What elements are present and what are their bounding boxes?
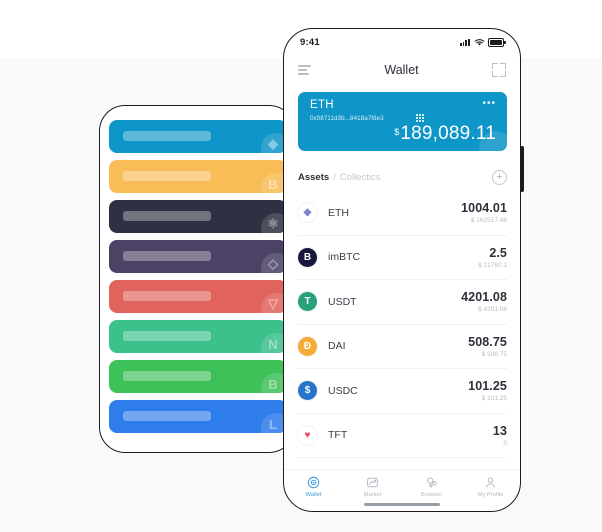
tab-label: Market	[363, 492, 382, 498]
plus-circle-icon[interactable]: +	[492, 169, 507, 185]
tab-collectics[interactable]: Collectics	[340, 172, 381, 183]
hamburger-menu-icon[interactable]	[298, 65, 311, 75]
token-card-btc[interactable]: B	[109, 160, 287, 193]
asset-row[interactable]: T USDT 4201.08 $ 4201.08	[298, 280, 507, 325]
imbtc-icon: B	[298, 247, 317, 267]
asset-fiat-value: $ 162517.48	[470, 217, 507, 225]
cellular-signal-icon	[459, 38, 470, 46]
tether-icon: T	[298, 292, 317, 312]
asset-quantity: 508.75	[468, 334, 507, 349]
phone-side-button	[520, 146, 524, 192]
asset-values: 13 0	[493, 424, 507, 447]
usdc-icon: $	[298, 381, 317, 401]
section-tabs: Assets / Collectics +	[298, 168, 507, 186]
asset-fiat-value: $ 101.25	[481, 395, 507, 403]
wallet-address[interactable]: 0x08711d3b...8418a7f8e3	[310, 115, 384, 122]
tab-wallet[interactable]: Wallet	[284, 476, 343, 498]
token-card-placeholder-bar	[123, 331, 211, 341]
battery-full-icon	[488, 37, 506, 47]
tft-icon: ♥	[298, 425, 317, 445]
token-card-ltc[interactable]: L	[109, 400, 287, 433]
scan-qr-icon[interactable]	[491, 63, 506, 77]
balance-amount: 189,089.11	[400, 123, 496, 144]
wallet-balance: $ 189,089.11	[394, 123, 496, 145]
asset-fiat-value: $ 4201.08	[478, 306, 507, 314]
token-card-placeholder-bar	[123, 251, 211, 261]
token-card-trx[interactable]: ▽	[109, 280, 287, 313]
asset-symbol: USDC	[328, 384, 358, 397]
asset-values: 1004.01 $ 162517.48	[461, 201, 507, 224]
asset-quantity: 13	[492, 423, 507, 438]
asset-row[interactable]: Ð DAI 508.75 $ 508.75	[298, 325, 507, 369]
tab-browser[interactable]: Browser	[402, 476, 461, 498]
qr-code-icon[interactable]	[416, 114, 424, 122]
tab-label: Browser	[420, 492, 443, 498]
asset-row[interactable]: ◆ ETH 1004.01 $ 162517.48	[298, 191, 507, 236]
currency-symbol: $	[394, 127, 400, 137]
tab-my-profile[interactable]: My Profile	[461, 476, 520, 498]
ethereum-icon: ◆	[298, 203, 317, 223]
market-chart-icon	[366, 476, 379, 489]
status-bar-indicators	[459, 37, 506, 47]
tab-label: My Profile	[477, 492, 504, 498]
asset-quantity: 101.25	[468, 379, 507, 394]
token-card-eos[interactable]: ◇	[109, 240, 287, 273]
asset-fiat-value: $ 508.75	[481, 350, 507, 358]
wifi-icon	[474, 38, 484, 46]
wallet-app-phone: 9:41 Wallet ETH 0x08711d3b...8418a7f8e3 …	[283, 28, 521, 512]
status-bar-time: 9:41	[300, 36, 320, 48]
token-card-placeholder-bar	[123, 211, 211, 221]
browser-nodes-icon	[425, 476, 438, 489]
token-card-placeholder-bar	[123, 131, 211, 141]
asset-values: 4201.08 $ 4201.08	[461, 290, 507, 313]
asset-row[interactable]: $ USDC 101.25 $ 101.25	[298, 369, 507, 414]
token-card-eth[interactable]: ◆	[109, 120, 287, 153]
asset-quantity: 1004.01	[461, 201, 507, 216]
token-card-atom[interactable]: ⚛	[109, 200, 287, 233]
asset-quantity: 4201.08	[461, 290, 507, 305]
tab-label: Wallet	[305, 492, 322, 498]
tab-separator: /	[333, 171, 336, 183]
home-indicator	[364, 502, 440, 506]
tab-assets[interactable]: Assets	[298, 172, 329, 183]
asset-symbol: ETH	[328, 206, 349, 219]
user-profile-icon	[484, 476, 497, 489]
asset-symbol: TFT	[328, 429, 348, 442]
token-card-bch[interactable]: B	[109, 360, 287, 393]
more-dots-icon[interactable]: •••	[482, 99, 496, 109]
tab-market[interactable]: Market	[343, 476, 402, 498]
wallet-balance-card[interactable]: ETH 0x08711d3b...8418a7f8e3 ••• $ 189,08…	[298, 92, 507, 151]
asset-quantity: 2.5	[489, 245, 507, 260]
status-bar: 9:41	[284, 29, 520, 55]
asset-fiat-value: 0	[503, 439, 507, 447]
wallet-target-icon	[307, 476, 320, 489]
assets-list: ◆ ETH 1004.01 $ 162517.48 BimBTC 2.5 $ 21760.1…	[298, 191, 507, 458]
dai-icon: Ð	[298, 336, 317, 356]
wallet-symbol: ETH	[310, 99, 334, 111]
token-card-nas[interactable]: N	[109, 320, 287, 353]
asset-symbol: USDT	[328, 295, 357, 308]
asset-symbol: DAI	[328, 340, 346, 353]
token-card-stack: ◆ B ⚛ ◇ ▽ N B L	[100, 120, 294, 440]
nav-bar: Wallet	[284, 55, 520, 85]
token-card-placeholder-bar	[123, 291, 211, 301]
page-title: Wallet	[384, 63, 419, 77]
asset-values: 101.25 $ 101.25	[468, 379, 507, 402]
asset-values: 508.75 $ 508.75	[468, 335, 507, 358]
token-card-placeholder-bar	[123, 171, 211, 181]
token-card-placeholder-bar	[123, 411, 211, 421]
asset-row[interactable]: BimBTC 2.5 $ 21760.1	[298, 236, 507, 280]
token-card-placeholder-bar	[123, 371, 211, 381]
asset-row[interactable]: ♥ TFT 13 0	[298, 414, 507, 458]
asset-fiat-value: $ 21760.1	[478, 261, 507, 269]
asset-values: 2.5 $ 21760.1	[478, 246, 507, 269]
asset-symbol: imBTC	[328, 251, 361, 264]
token-card-list-phone: ◆ B ⚛ ◇ ▽ N B L	[99, 105, 295, 453]
